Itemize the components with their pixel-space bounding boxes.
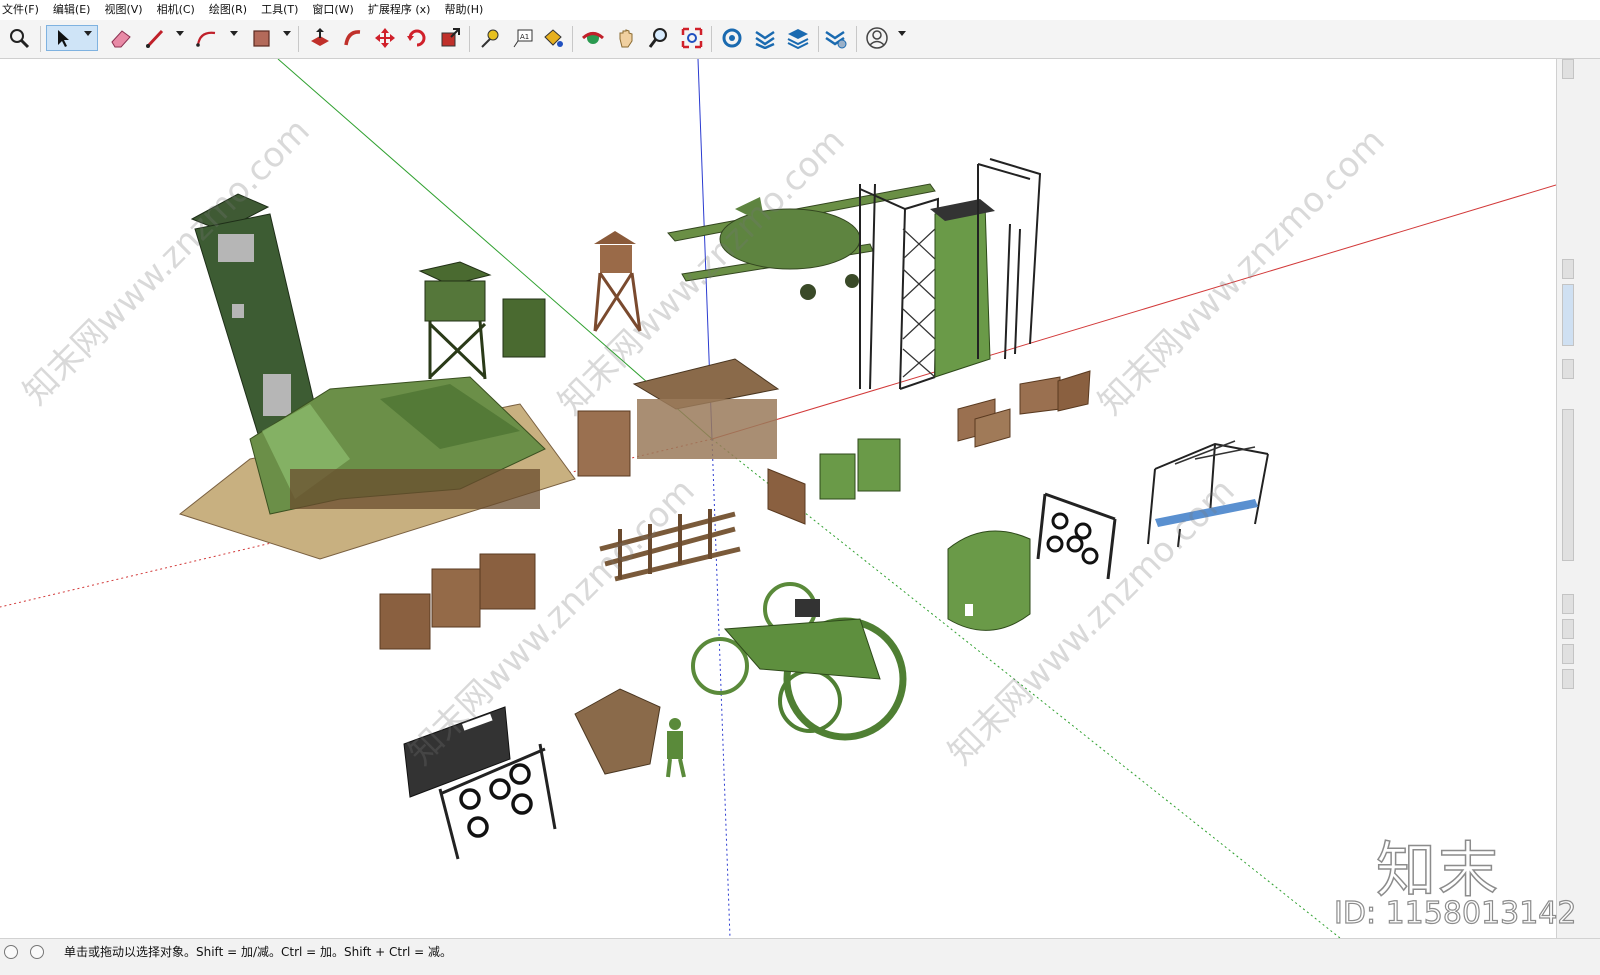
pan-icon[interactable] [613,25,639,51]
tray-tab[interactable] [1562,59,1574,79]
status-bar: 单击或拖动以选择对象。Shift = 加/减。Ctrl = 加。Shift + … [0,938,1600,975]
chevron-down-icon[interactable] [176,31,184,36]
rectangle-icon[interactable] [248,25,274,51]
soldier-figure-model[interactable] [666,718,686,778]
pencil-icon[interactable] [142,25,168,51]
warehouse-icon[interactable] [719,25,745,51]
chevron-down-icon[interactable] [283,31,291,36]
barracks-model[interactable] [178,376,576,560]
tray-tab[interactable] [1562,259,1574,279]
info-icon[interactable] [30,945,44,959]
tire-target-frame-right-model[interactable] [1036,492,1117,580]
tray-tab[interactable] [1562,594,1574,614]
tray-tab[interactable] [1562,284,1574,346]
push-pull-icon[interactable] [307,25,333,51]
watermark-id: ID: 1158013142 [1333,895,1577,931]
field-cannon-model[interactable] [691,582,907,741]
tray-tab[interactable] [1562,619,1574,639]
menu-edit[interactable]: 编辑(E) [46,0,98,20]
menu-bar: 文件(F) 编辑(E) 视图(V) 相机(C) 绘图(R) 工具(T) 窗口(W… [0,0,1600,21]
move-icon[interactable] [372,25,398,51]
menu-file[interactable]: 文件(F) [0,0,46,20]
toolbar-separator [856,26,857,52]
toolbar-separator [40,26,41,52]
scale-icon[interactable] [437,25,463,51]
menu-camera[interactable]: 相机(C) [150,0,202,20]
chevron-down-icon[interactable] [230,31,238,36]
supply-pile-model[interactable] [574,688,661,775]
orbit-icon[interactable] [580,25,606,51]
extension-icon[interactable] [752,25,778,51]
geolocation-icon[interactable] [4,945,18,959]
model-viewport[interactable]: 知末网www.znzmo.com 知末网www.znzmo.com 知末网www… [0,59,1556,938]
paint-bucket-icon[interactable] [540,25,566,51]
tape-measure-icon[interactable] [477,25,503,51]
styles-icon[interactable] [823,25,849,51]
wooden-wall-panels-model[interactable] [767,370,1091,525]
menu-window[interactable]: 窗口(W) [305,0,360,20]
tray-tab[interactable] [1562,359,1574,379]
svg-text:A1: A1 [520,33,529,41]
toolbar-separator [298,26,299,52]
account-icon[interactable] [864,25,890,51]
menu-help[interactable]: 帮助(H) [437,0,490,20]
toolbar-separator [469,26,470,52]
select-icon[interactable] [46,25,98,51]
menu-tools[interactable]: 工具(T) [254,0,305,20]
default-tray-panel[interactable] [1556,59,1600,938]
zoom-extents-icon[interactable] [679,25,705,51]
tray-tab[interactable] [1562,669,1574,689]
layers-icon[interactable] [785,25,811,51]
toolbar-separator [711,26,712,52]
zoom-tool-icon[interactable] [646,25,672,51]
toolbar-separator [818,26,819,52]
menu-draw[interactable]: 绘图(R) [202,0,254,20]
text-icon[interactable]: A1 [510,25,536,51]
status-hint: 单击或拖动以选择对象。Shift = 加/减。Ctrl = 加。Shift + … [64,945,453,959]
camo-round-bunker-model[interactable] [947,530,1031,631]
rotate-icon[interactable] [404,25,430,51]
menu-view[interactable]: 视图(V) [97,0,149,20]
menu-extensions[interactable]: 扩展程序 (x) [361,0,438,20]
chevron-down-icon[interactable] [84,31,92,36]
toolbar: A1 [0,20,1600,59]
zoom-icon[interactable] [6,25,32,51]
eraser-icon[interactable] [108,25,134,51]
sandbag-stack-green-model[interactable] [819,438,901,500]
toolbar-separator [572,26,573,52]
chevron-down-icon[interactable] [898,31,906,36]
arc-icon[interactable] [194,25,220,51]
tray-tab[interactable] [1562,409,1574,561]
follow-me-icon[interactable] [340,25,366,51]
tray-tab[interactable] [1562,644,1574,664]
watchtower-green-model[interactable] [418,261,546,380]
